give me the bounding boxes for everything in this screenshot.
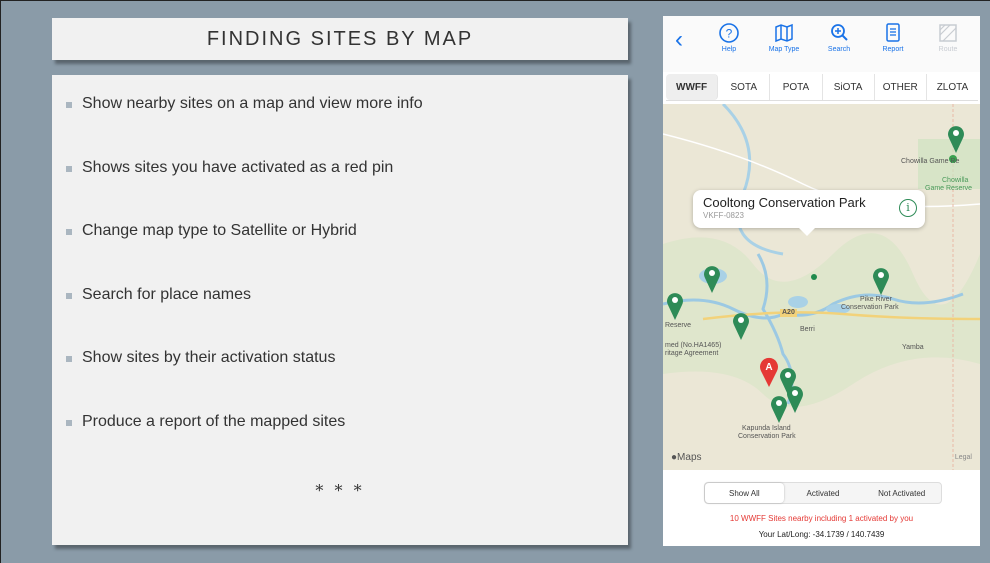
legal-link[interactable]: Legal (955, 454, 972, 461)
map-view[interactable]: A Chowilla Game Re Chowilla Game Reserve… (663, 104, 980, 470)
bullet-item: Shows sites you have activated as a red … (66, 159, 423, 223)
map-label: Berri (800, 326, 815, 333)
filter-show-all[interactable]: Show All (705, 483, 784, 503)
road-shield: A20 (780, 309, 797, 317)
phone-screenshot: ‹ ? Help Map Type Search Report Route WW… (663, 16, 980, 546)
map-pin-green[interactable] (702, 264, 722, 294)
map-type-button[interactable]: Map Type (759, 22, 809, 53)
map-label: Chowilla Game Re (901, 158, 960, 165)
map-icon (775, 23, 793, 43)
tab-wwff[interactable]: WWFF (666, 74, 719, 100)
help-button[interactable]: ? Help (704, 22, 754, 53)
bullet-list: Show nearby sites on a map and view more… (66, 95, 423, 476)
bullet-item: Produce a report of the mapped sites (66, 413, 423, 477)
filter-activated[interactable]: Activated (784, 483, 863, 503)
tab-zlota[interactable]: ZLOTA (927, 74, 978, 100)
map-label: Conservation Park (841, 304, 899, 311)
search-icon (831, 24, 848, 41)
map-label: ritage Agreement (665, 350, 719, 357)
svg-text:?: ? (726, 27, 733, 41)
search-label: Search (827, 46, 851, 53)
activated-pin-label: A (765, 362, 772, 373)
sites-summary: 10 WWFF Sites nearby including 1 activat… (729, 514, 914, 523)
filter-not-activated[interactable]: Not Activated (862, 483, 941, 503)
lat-long-readout: Your Lat/Long: -34.1739 / 140.7439 (758, 530, 885, 539)
map-pin-green[interactable] (946, 124, 966, 154)
tab-sota[interactable]: SOTA (718, 74, 771, 100)
tab-other[interactable]: OTHER (875, 74, 927, 100)
report-icon (886, 23, 900, 42)
tab-pota[interactable]: POTA (770, 74, 823, 100)
map-type-label: Map Type (768, 46, 800, 53)
map-label: Yamba (902, 344, 924, 351)
report-label: Report (882, 46, 904, 53)
slide-title: FINDING SITES BY MAP (52, 18, 628, 60)
bullet-item: Search for place names (66, 286, 423, 350)
info-icon[interactable]: i (899, 199, 917, 217)
map-pin-red[interactable]: A (758, 356, 780, 388)
route-icon (939, 24, 957, 42)
program-tabs: WWFF SOTA POTA SiOTA OTHER ZLOTA (666, 74, 978, 101)
route-button[interactable]: Route (923, 22, 973, 53)
maps-attribution: ●Maps (671, 452, 702, 463)
help-label: Help (721, 46, 737, 53)
section-break: * * * (315, 481, 365, 500)
site-callout[interactable]: Cooltong Conservation Park VKFF-0823 i (693, 190, 925, 236)
bullet-item: Show nearby sites on a map and view more… (66, 95, 423, 159)
bullet-item: Change map type to Satellite or Hybrid (66, 222, 423, 286)
callout-site-code: VKFF-0823 (703, 211, 744, 220)
help-icon: ? (719, 23, 739, 43)
map-pin-green[interactable] (871, 266, 891, 296)
map-pin-green[interactable] (665, 291, 685, 321)
tab-siota[interactable]: SiOTA (823, 74, 875, 100)
map-label: Conservation Park (738, 433, 796, 440)
map-label: med (No.HA1465) (665, 342, 722, 349)
slide-content: Show nearby sites on a map and view more… (52, 75, 628, 545)
activation-filter: Show All Activated Not Activated (704, 482, 942, 504)
map-label: Reserve (665, 322, 692, 329)
map-label: Kapunda Island (742, 425, 791, 432)
map-pin-green[interactable] (731, 311, 751, 341)
map-label: Game Reserve (925, 185, 973, 192)
chevron-left-icon[interactable]: ‹ (675, 26, 683, 54)
map-label: Chowilla (942, 177, 969, 184)
callout-site-name: Cooltong Conservation Park (703, 195, 866, 210)
search-button[interactable]: Search (814, 22, 864, 53)
bullet-item: Show sites by their activation status (66, 349, 423, 413)
route-label: Route (938, 46, 958, 53)
app-toolbar: ‹ ? Help Map Type Search Report Route (663, 16, 980, 72)
map-label: Pike River (860, 296, 892, 303)
report-button[interactable]: Report (868, 22, 918, 53)
map-pin-green[interactable] (769, 394, 789, 424)
